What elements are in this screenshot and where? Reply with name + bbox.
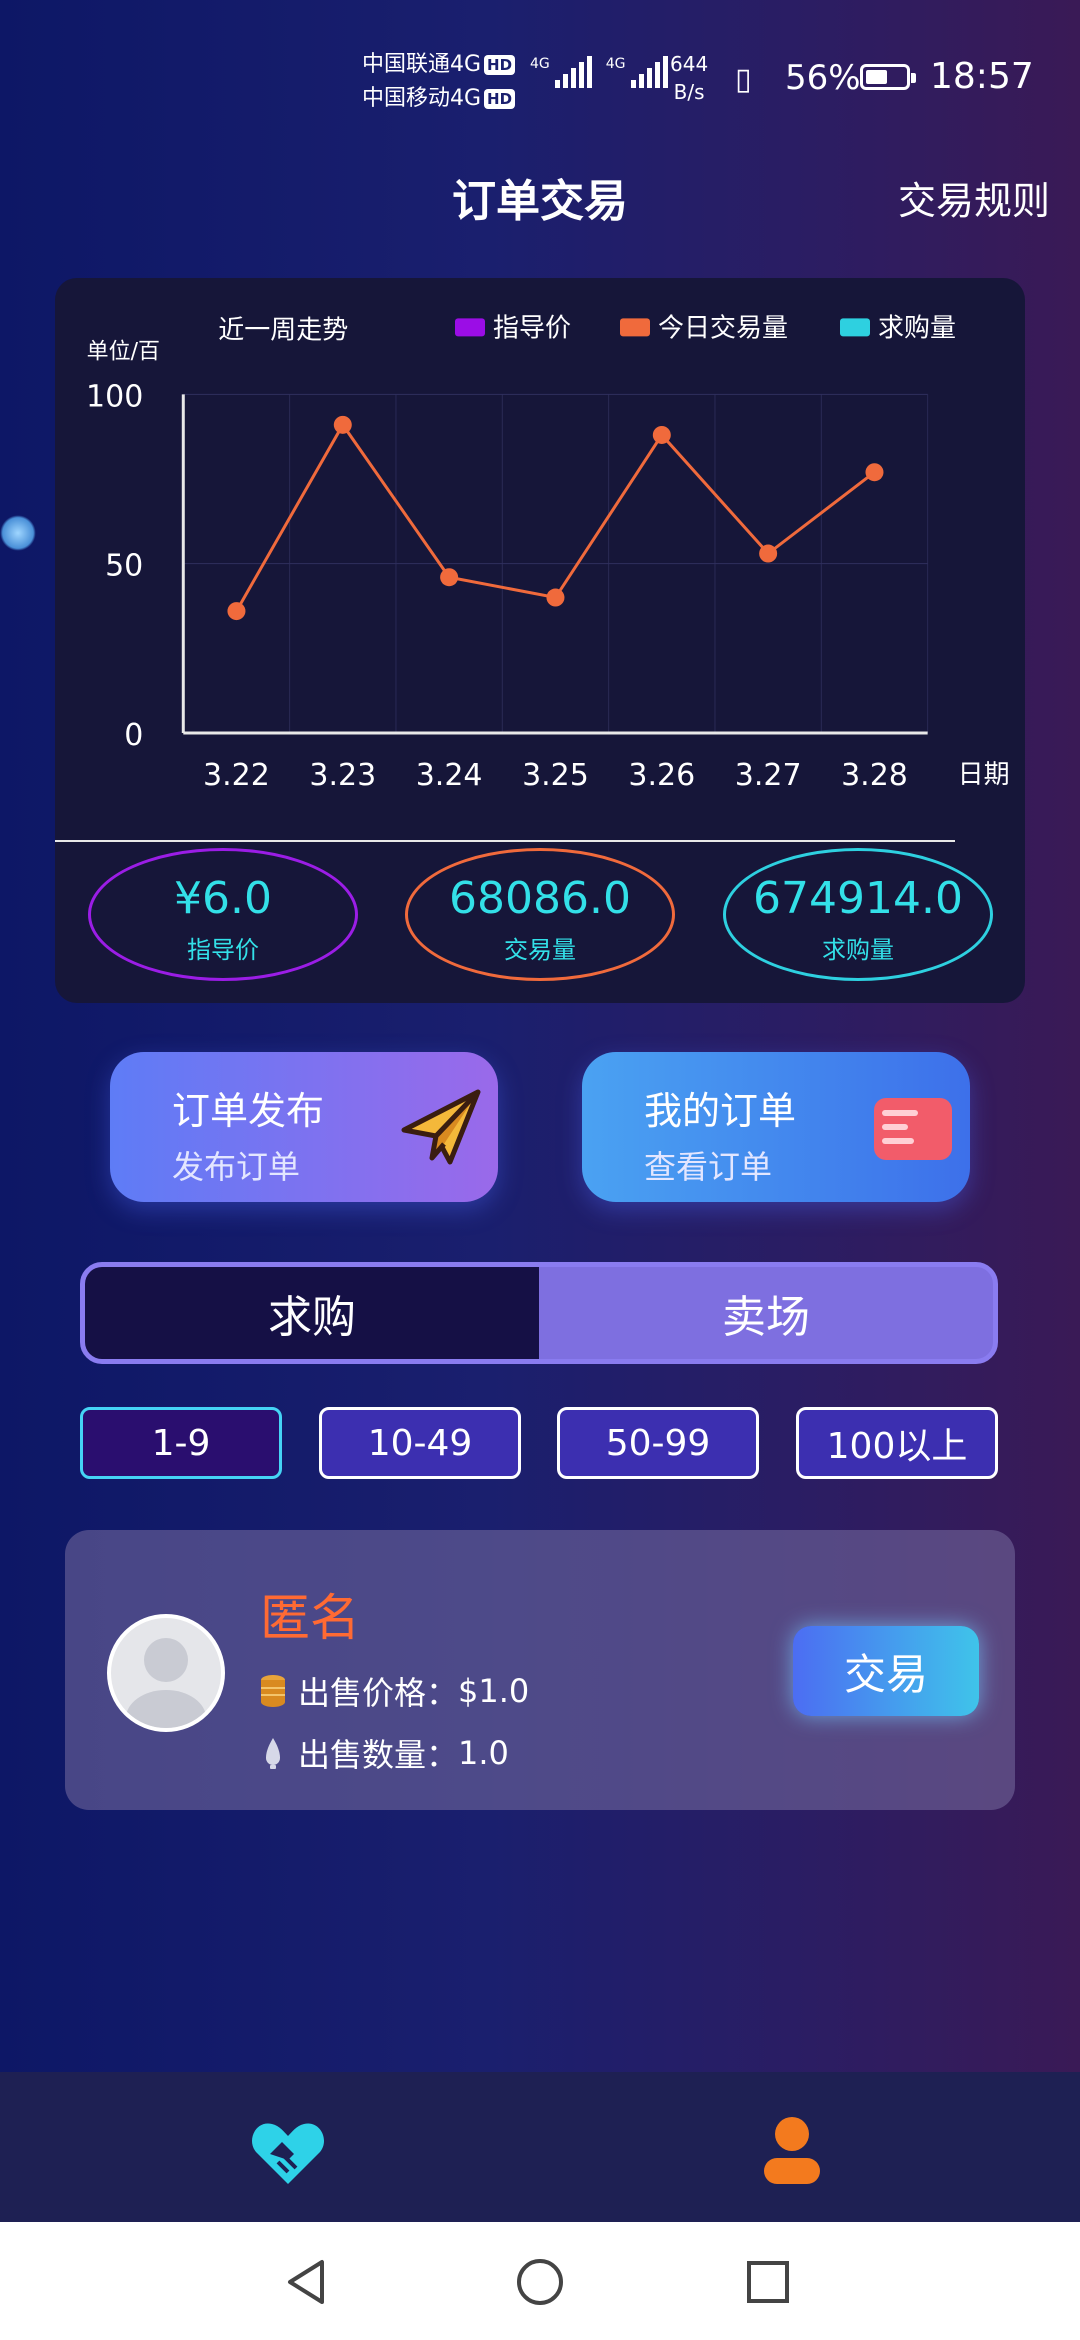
seller-name: 匿名 bbox=[260, 1589, 360, 1647]
qty-filter-100-plus[interactable]: 100以上 bbox=[796, 1407, 998, 1479]
recents-icon[interactable] bbox=[738, 2252, 798, 2312]
trend-chart-card: 100 50 0 3.22 3.23 3.24 3.25 3.26 3.27 3.28 单位/百日期… bbox=[55, 278, 1025, 1003]
stat-value: 68086.0 bbox=[449, 873, 631, 924]
x-tick-label: 3.28 bbox=[841, 758, 908, 793]
divider bbox=[55, 840, 955, 842]
battery-percent: 56% bbox=[785, 58, 861, 98]
price-label: 出售价格： bbox=[298, 1674, 459, 1712]
hd-badge: HD bbox=[484, 89, 516, 109]
x-axis-label: 日期 bbox=[958, 760, 1010, 790]
y-tick-label: 100 bbox=[86, 379, 143, 414]
drop-icon bbox=[266, 1738, 280, 1769]
x-tick-label: 3.23 bbox=[309, 758, 376, 793]
data-point bbox=[227, 602, 246, 621]
y-tick-label: 0 bbox=[124, 718, 143, 753]
data-point bbox=[652, 425, 671, 444]
stat-label: 指导价 bbox=[187, 936, 259, 964]
handshake-icon bbox=[251, 2123, 325, 2184]
x-tick-label: 3.26 bbox=[628, 758, 695, 793]
x-tick-label: 3.27 bbox=[735, 758, 802, 793]
floating-dot[interactable] bbox=[0, 515, 36, 551]
signal-icon: 4G 4G bbox=[530, 56, 668, 88]
x-tick-label: 3.24 bbox=[416, 758, 483, 793]
data-point bbox=[546, 588, 565, 607]
price-row: 出售价格： $1.0 bbox=[260, 1668, 529, 1714]
quantity-row: 出售数量： 1.0 bbox=[260, 1730, 509, 1776]
stat-trade-volume: 68086.0 交易量 bbox=[405, 848, 675, 981]
back-icon[interactable] bbox=[278, 2252, 338, 2312]
order-card: 匿名 出售价格： $1.0 出售数量： 1.0 交易 bbox=[65, 1530, 1015, 1810]
data-point bbox=[333, 415, 352, 434]
quantity-label: 出售数量： bbox=[298, 1736, 459, 1774]
buy-sell-tabs: 求购 卖场 bbox=[80, 1262, 998, 1364]
qty-filter-10-49[interactable]: 10-49 bbox=[319, 1407, 521, 1479]
my-orders-title: 我的订单 bbox=[644, 1089, 797, 1133]
bottom-nav bbox=[0, 2072, 1080, 2222]
legend-label: 求购量 bbox=[878, 313, 956, 343]
stat-label: 交易量 bbox=[504, 936, 576, 964]
my-orders-subtitle: 查看订单 bbox=[644, 1148, 773, 1186]
vibrate-icon: ▯ bbox=[735, 62, 752, 97]
price-value: $1.0 bbox=[458, 1672, 530, 1710]
user-icon bbox=[764, 2117, 820, 2184]
paper-plane-icon bbox=[401, 1089, 481, 1165]
stat-guide-price: ¥6.0 指导价 bbox=[88, 848, 358, 981]
trend-chart: 100 50 0 3.22 3.23 3.24 3.25 3.26 3.27 3.28 单位/百日期… bbox=[86, 313, 1010, 793]
legend-swatch bbox=[840, 318, 870, 337]
status-bar: 中国联通4G HD 中国移动4G HD 4G 4G 644 B/s ▯ 56% 18… bbox=[0, 0, 1080, 150]
carrier-info: 中国联通4G HD 中国移动4G HD bbox=[362, 48, 516, 116]
system-nav-bar bbox=[0, 2222, 1080, 2340]
legend-label: 今日交易量 bbox=[658, 313, 788, 343]
carrier-1: 中国联通4G bbox=[362, 52, 482, 77]
hd-badge: HD bbox=[484, 55, 516, 75]
carrier-2: 中国移动4G bbox=[362, 86, 482, 111]
card-icon bbox=[874, 1098, 952, 1160]
tab-sell[interactable]: 卖场 bbox=[539, 1267, 993, 1359]
legend-swatch bbox=[620, 318, 650, 337]
publish-order-button[interactable]: 订单发布 发布订单 bbox=[110, 1052, 498, 1202]
legend-swatch bbox=[455, 318, 485, 337]
trade-button[interactable]: 交易 bbox=[793, 1626, 979, 1716]
battery-icon bbox=[860, 64, 916, 90]
qty-filter-1-9[interactable]: 1-9 bbox=[80, 1407, 282, 1479]
series-line bbox=[235, 422, 876, 612]
quantity-value: 1.0 bbox=[458, 1734, 509, 1772]
nav-trade[interactable] bbox=[248, 2110, 328, 2190]
tab-buy[interactable]: 求购 bbox=[85, 1267, 539, 1359]
my-orders-button[interactable]: 我的订单 查看订单 bbox=[582, 1052, 970, 1202]
data-point bbox=[759, 544, 778, 563]
trade-rules-link[interactable]: 交易规则 bbox=[898, 170, 1050, 225]
qty-filter-50-99[interactable]: 50-99 bbox=[557, 1407, 759, 1479]
legend-label: 指导价 bbox=[493, 313, 571, 343]
coins-icon bbox=[261, 1675, 285, 1707]
y-tick-label: 50 bbox=[105, 549, 143, 584]
y-axis-label: 单位/百 bbox=[87, 339, 160, 364]
avatar-placeholder-icon bbox=[126, 1638, 206, 1728]
publish-subtitle: 发布订单 bbox=[172, 1148, 301, 1186]
clock: 18:57 bbox=[930, 56, 1034, 97]
publish-title: 订单发布 bbox=[172, 1089, 325, 1133]
avatar bbox=[107, 1614, 225, 1732]
stat-value: 674914.0 bbox=[753, 873, 963, 924]
x-tick-label: 3.25 bbox=[522, 758, 589, 793]
chart-title: 近一周走势 bbox=[218, 315, 348, 345]
x-tick-label: 3.22 bbox=[203, 758, 270, 793]
stat-label: 求购量 bbox=[822, 936, 894, 964]
data-point bbox=[865, 463, 884, 482]
nav-profile[interactable] bbox=[752, 2110, 832, 2190]
home-icon[interactable] bbox=[510, 2252, 570, 2312]
network-speed: 644 B/s bbox=[670, 52, 709, 104]
stat-purchase-volume: 674914.0 求购量 bbox=[723, 848, 993, 981]
stat-value: ¥6.0 bbox=[174, 873, 272, 924]
data-point bbox=[440, 568, 459, 587]
